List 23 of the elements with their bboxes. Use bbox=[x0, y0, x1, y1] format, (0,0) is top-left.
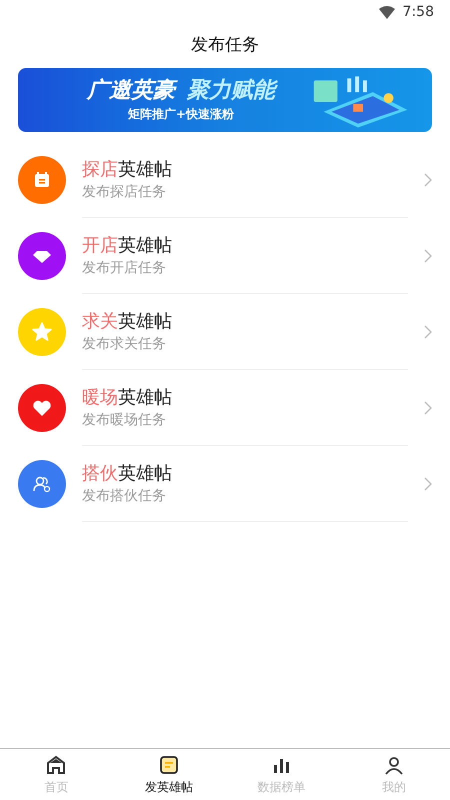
task-title[interactable]: 开店英雄帖 bbox=[82, 234, 408, 258]
task-title[interactable]: 求关英雄帖 bbox=[82, 310, 408, 334]
chevron-icon[interactable] bbox=[424, 249, 432, 263]
task-subtitle: 发布暖场任务 bbox=[82, 410, 167, 430]
task-title[interactable]: 探店英雄帖 bbox=[82, 158, 408, 182]
chevron-icon[interactable] bbox=[424, 401, 432, 415]
chevron-icon[interactable] bbox=[424, 477, 432, 491]
nav-tab[interactable]: 发英雄帖 bbox=[112, 749, 225, 800]
page-title: 发布任务 bbox=[191, 34, 259, 58]
wifi-icon bbox=[378, 6, 395, 18]
home-icon bbox=[45, 754, 68, 776]
task-subtitle: 发布搭伙任务 bbox=[82, 486, 167, 506]
task-subtitle: 发布探店任务 bbox=[82, 182, 167, 202]
task-subtitle: 发布开店任务 bbox=[82, 258, 167, 278]
banner-subline: 矩阵推广+快速涨粉 bbox=[128, 106, 234, 123]
task-title[interactable]: 暖场英雄帖 bbox=[82, 386, 408, 410]
chevron-icon[interactable] bbox=[424, 173, 432, 187]
chevron-icon[interactable] bbox=[424, 325, 432, 339]
note-icon bbox=[158, 754, 180, 776]
task-subtitle: 发布求关任务 bbox=[82, 334, 167, 354]
task-title[interactable]: 搭伙英雄帖 bbox=[82, 462, 408, 486]
status-time: 7:58 bbox=[402, 2, 434, 22]
promo-banner[interactable]: 广邀英豪 聚力赋能 矩阵推广+快速涨粉 bbox=[18, 68, 432, 132]
